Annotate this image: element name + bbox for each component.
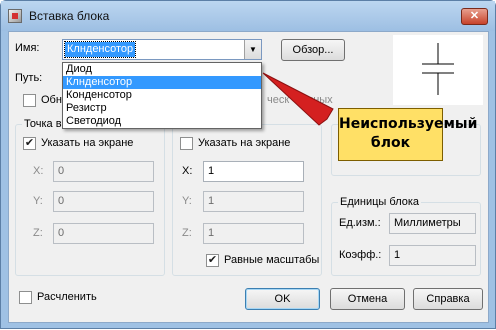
insert-block-dialog: Вставка блока ✕ Имя: Клнденсотор ▼ Обзор… — [0, 0, 496, 329]
callout-arrow — [262, 72, 334, 126]
callout-unused-block: Неиспользуемый блок — [338, 108, 478, 161]
callout-line-2: блок — [370, 135, 411, 151]
callout-line-1: Неиспользуемый — [339, 116, 478, 132]
